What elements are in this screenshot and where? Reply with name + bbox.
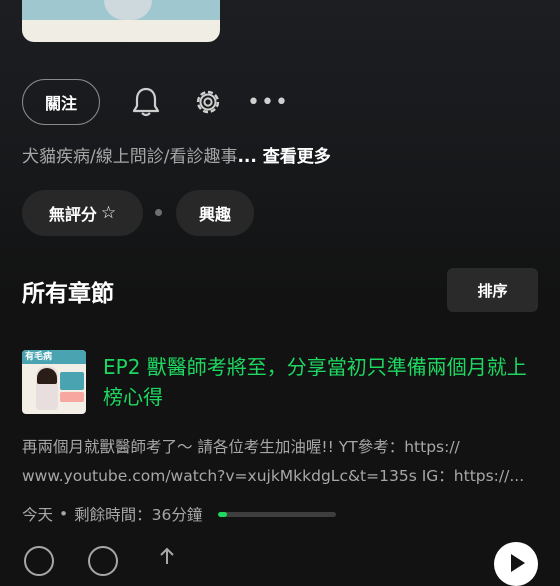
sort-button[interactable]: 排序 bbox=[447, 268, 538, 312]
show-cover-art bbox=[22, 0, 220, 42]
play-button[interactable] bbox=[494, 542, 538, 586]
download-icon[interactable] bbox=[88, 546, 118, 576]
episode-meta: 今天 • 剩餘時間：36分鐘 bbox=[22, 502, 202, 526]
bell-icon[interactable] bbox=[128, 84, 164, 120]
thumbnail-tag: 有毛病 bbox=[22, 350, 86, 364]
rating-label: 無評分 bbox=[48, 205, 97, 224]
episode-progress-fill bbox=[218, 512, 228, 517]
section-title: 所有章節 bbox=[22, 281, 114, 307]
episode-description-line: www.youtube.com/watch?v=xujkMkkdgLc&t=13… bbox=[22, 467, 525, 485]
add-icon[interactable] bbox=[24, 546, 54, 576]
separator-dot bbox=[155, 209, 162, 216]
episode-thumbnail[interactable]: 有毛病 bbox=[22, 350, 86, 414]
more-options-icon[interactable]: ••• bbox=[247, 88, 288, 116]
description-text: 犬貓疾病/線上問診/看診趣事 bbox=[22, 147, 238, 167]
episode-remaining-time: 剩餘時間：36分鐘 bbox=[74, 506, 203, 524]
gear-icon[interactable] bbox=[190, 84, 226, 120]
episode-progress-bar bbox=[218, 512, 336, 517]
see-more-link[interactable]: ... 查看更多 bbox=[237, 147, 330, 167]
interest-chip[interactable]: 興趣 bbox=[176, 190, 254, 236]
star-outline-icon: ☆ bbox=[100, 203, 117, 223]
share-icon[interactable] bbox=[152, 546, 182, 566]
episode-date: 今天 bbox=[22, 506, 54, 524]
show-description: 犬貓疾病/線上問診/看診趣事... 查看更多 bbox=[22, 142, 542, 168]
follow-button[interactable]: 關注 bbox=[22, 79, 100, 125]
meta-bullet: • bbox=[59, 505, 69, 523]
rating-button[interactable]: 無評分 ☆ bbox=[22, 190, 143, 236]
episode-title[interactable]: EP2 獸醫師考將至，分享當初只準備兩個月就上榜心得 bbox=[103, 352, 538, 412]
episode-description-line: 再兩個月就獸醫師考了～ 請各位考生加油喔!! YT參考：https:// bbox=[22, 438, 460, 456]
episode-description: 再兩個月就獸醫師考了～ 請各位考生加油喔!! YT參考：https:// www… bbox=[22, 433, 538, 491]
